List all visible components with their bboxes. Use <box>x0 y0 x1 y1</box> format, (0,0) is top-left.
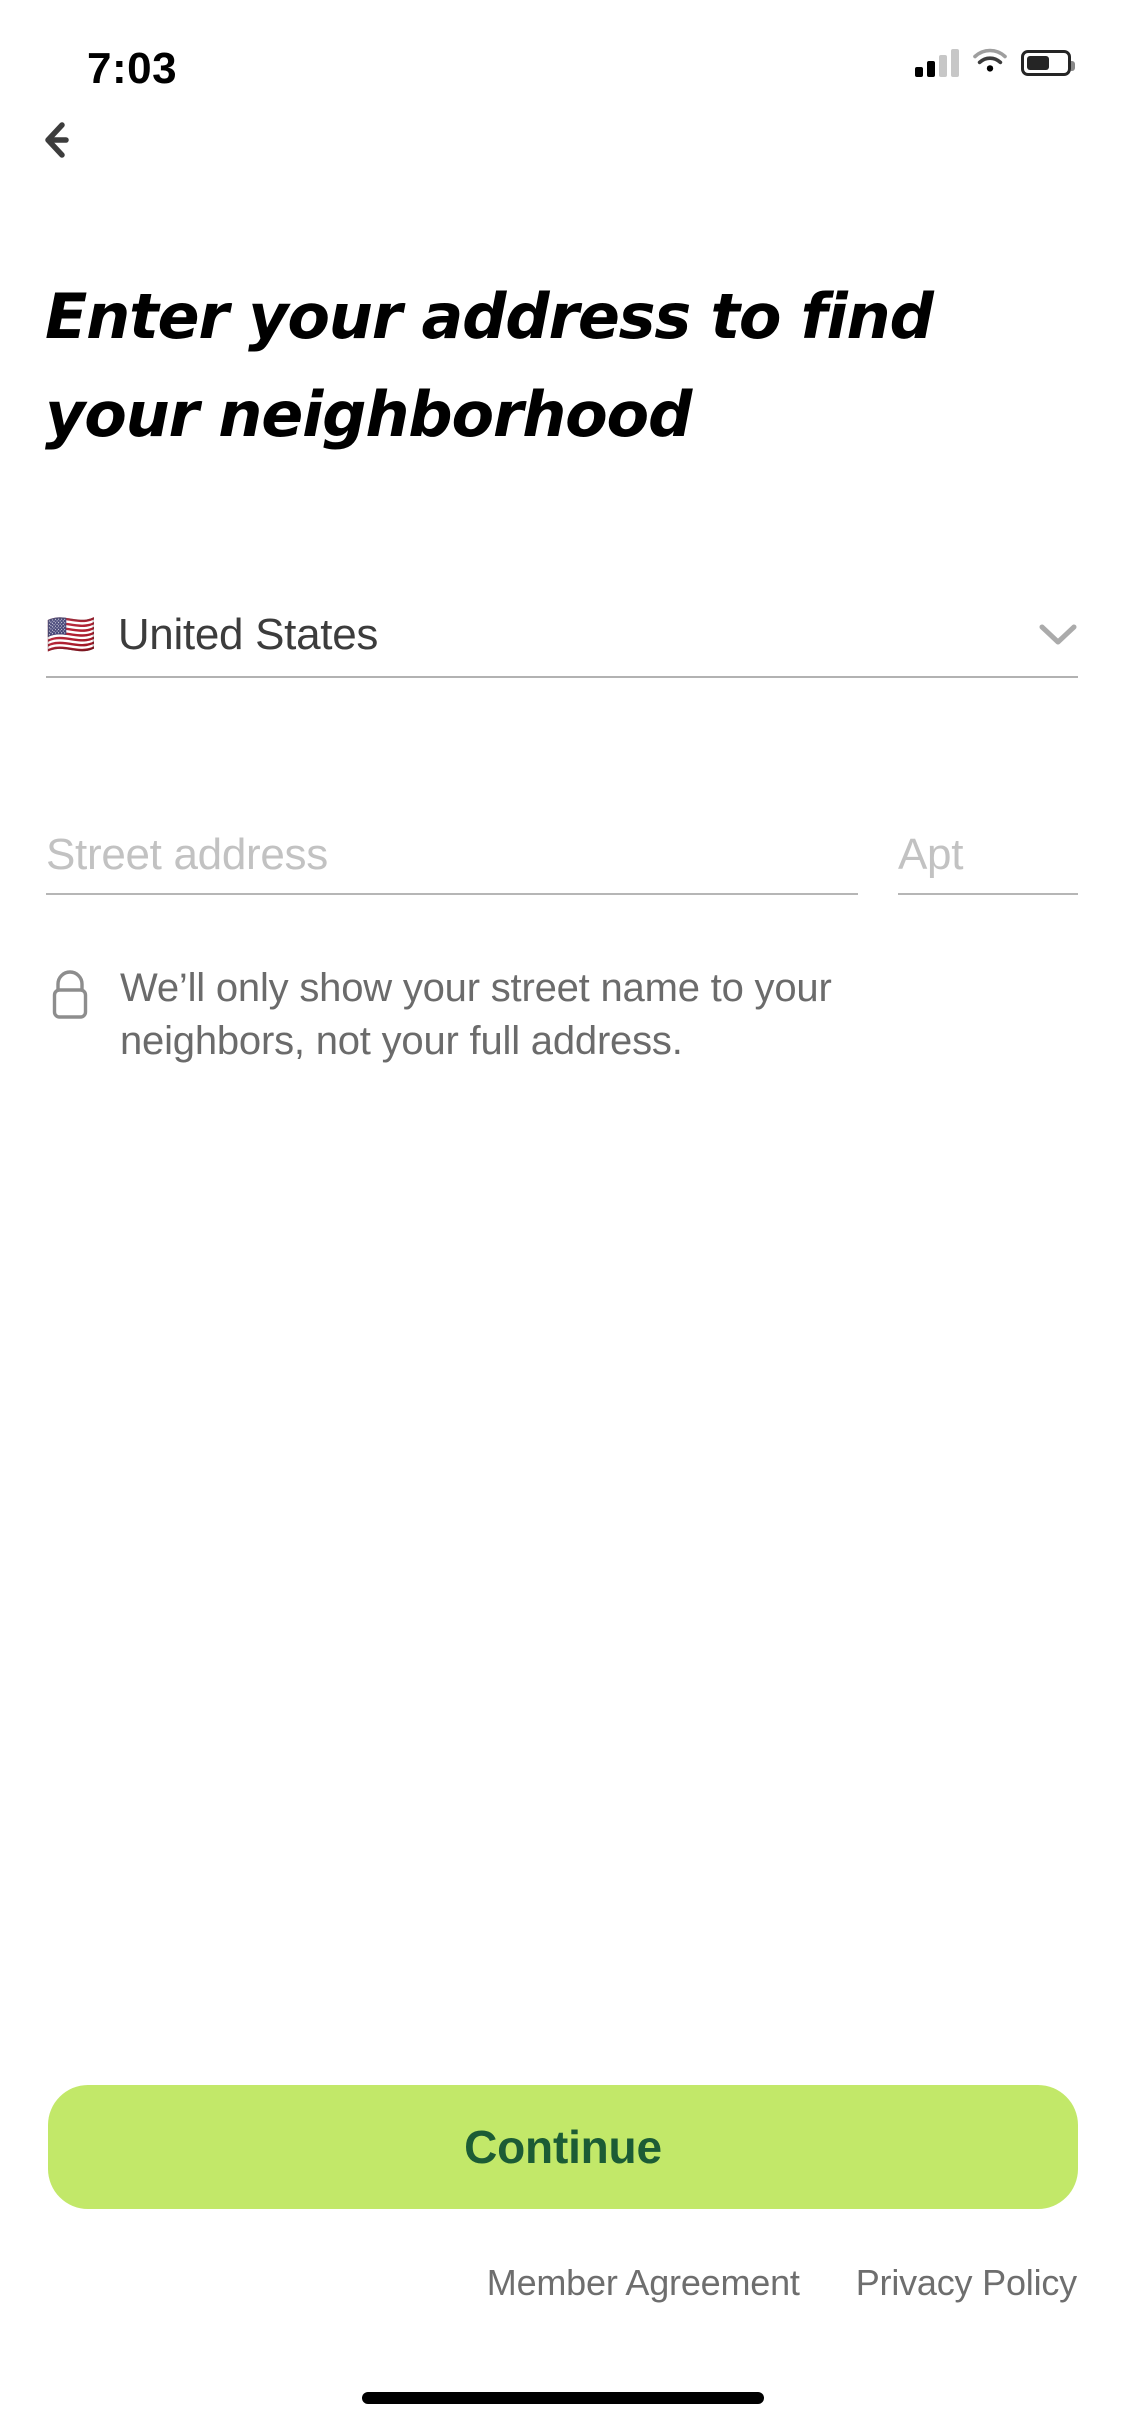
us-flag-icon: 🇺🇸 <box>46 613 96 657</box>
home-indicator[interactable] <box>361 2392 764 2404</box>
status-bar-time: 7:03 <box>87 44 178 93</box>
apt-field[interactable] <box>898 818 1078 892</box>
privacy-note: We’ll only show your street name to your… <box>46 962 996 1068</box>
chevron-down-icon[interactable] <box>1038 622 1078 648</box>
continue-button[interactable]: Continue <box>48 2085 1078 2209</box>
privacy-note-text: We’ll only show your street name to your… <box>120 966 832 1063</box>
arrow-left-icon <box>42 118 88 167</box>
country-selector-underline <box>46 676 1078 678</box>
apt-input[interactable] <box>898 830 1078 880</box>
status-bar-indicators <box>915 42 1075 84</box>
member-agreement-link[interactable]: Member Agreement <box>487 2262 800 2304</box>
lock-icon <box>46 962 94 1027</box>
privacy-policy-link[interactable]: Privacy Policy <box>856 2262 1077 2304</box>
street-address-input[interactable] <box>46 830 858 880</box>
signup-address-screen: 7:03 Enter your address to find your nei… <box>0 0 1125 2436</box>
status-bar: 7:03 <box>0 0 1125 132</box>
country-selector-value: United States <box>117 610 379 659</box>
cellular-signal-icon <box>915 49 959 77</box>
legal-links: Member Agreement Privacy Policy <box>487 2262 1077 2304</box>
page-title: Enter your address to find your neighbor… <box>45 280 934 451</box>
country-selector[interactable]: 🇺🇸 United States <box>46 600 1078 670</box>
street-address-field[interactable] <box>46 818 858 892</box>
battery-icon <box>1021 50 1075 76</box>
street-address-underline <box>46 893 858 895</box>
wifi-icon <box>973 48 1007 79</box>
back-button[interactable] <box>20 98 110 186</box>
apt-underline <box>898 893 1078 895</box>
